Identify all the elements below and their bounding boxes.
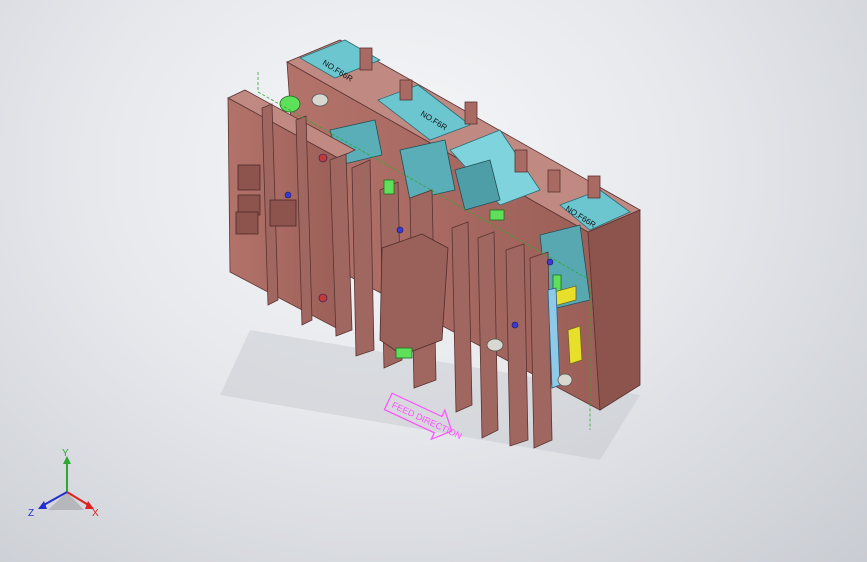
z-axis-label: Z — [28, 508, 34, 519]
triad-base — [48, 492, 84, 510]
y-axis-label: Y — [62, 448, 69, 459]
mold-assembly-model[interactable]: NO.F66R NO.F6R NO.F66R FEED DIRECTION — [0, 0, 867, 562]
cad-viewport[interactable]: NO.F66R NO.F6R NO.F66R FEED DIRECTION Y … — [0, 0, 867, 562]
x-axis-label: X — [92, 508, 99, 519]
axis-triad: Y X Z — [28, 448, 99, 519]
center-square-plate[interactable] — [379, 233, 449, 356]
